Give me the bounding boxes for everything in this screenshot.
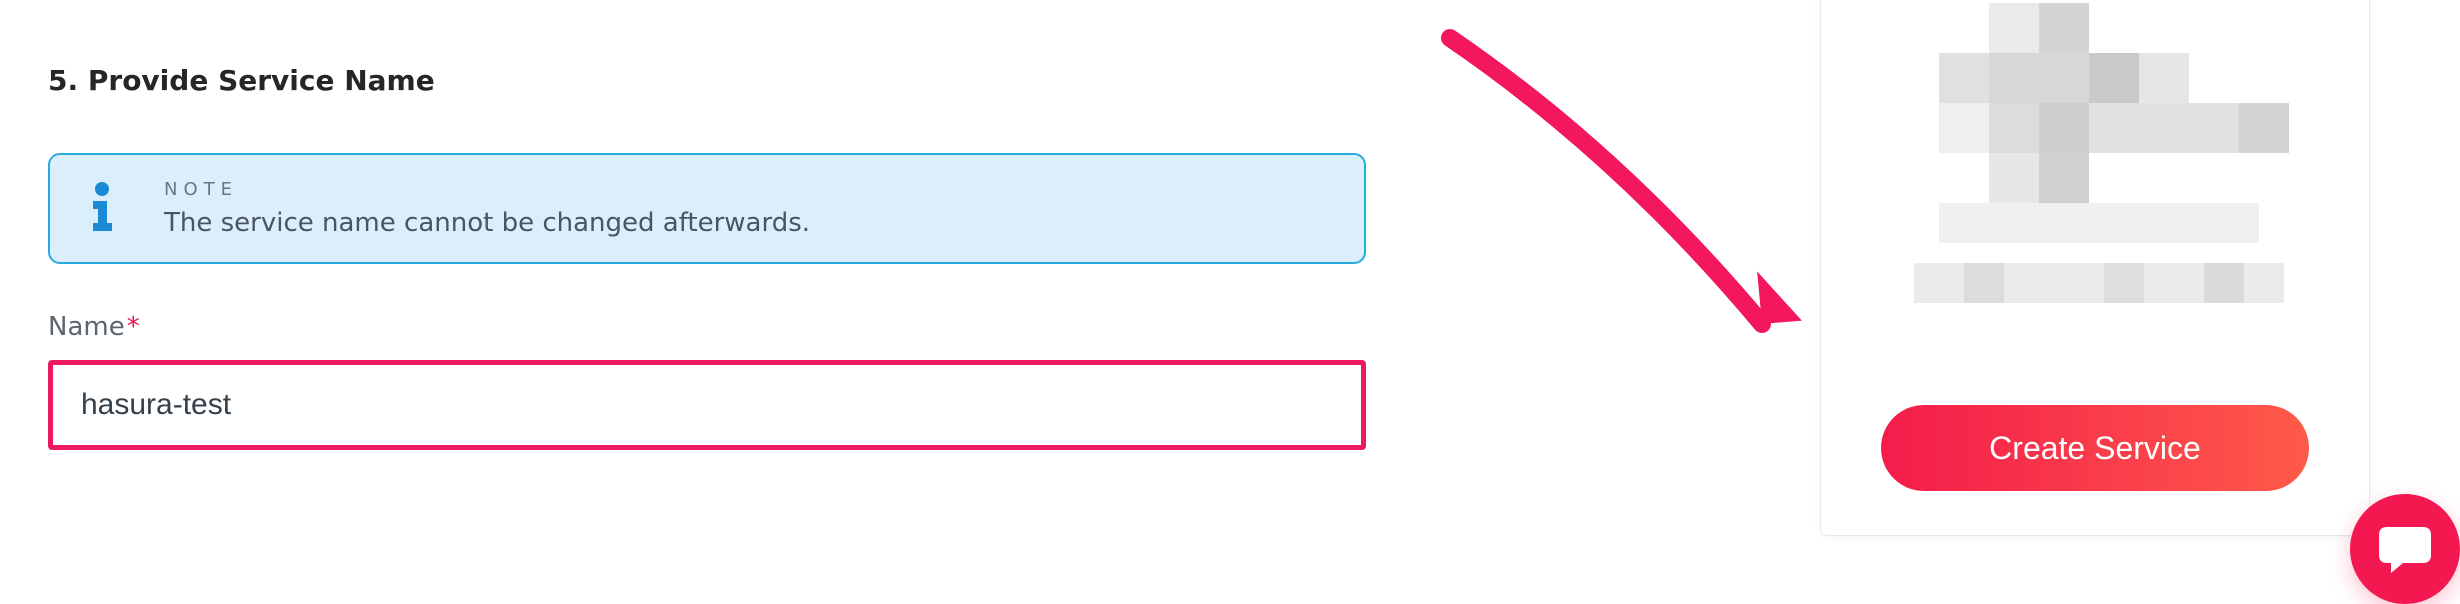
form-section: 5. Provide Service Name NOTE The service…	[48, 64, 1368, 450]
name-field-label: Name*	[48, 312, 1368, 342]
note-box: NOTE The service name cannot be changed …	[48, 153, 1366, 264]
note-text: The service name cannot be changed after…	[164, 208, 1334, 238]
required-asterisk: *	[127, 312, 140, 342]
note-label: NOTE	[164, 179, 1334, 200]
create-service-label: Create Service	[1989, 430, 2201, 467]
pixelated-preview	[1869, 3, 2329, 323]
preview-card: Create Service	[1820, 0, 2370, 536]
name-label-text: Name	[48, 312, 125, 342]
page-root: 5. Provide Service Name NOTE The service…	[0, 0, 2460, 604]
info-icon	[80, 179, 124, 231]
note-content: NOTE The service name cannot be changed …	[164, 179, 1334, 238]
service-name-input[interactable]	[48, 360, 1366, 450]
annotation-arrow	[1390, 4, 1870, 424]
chat-icon	[2377, 523, 2433, 575]
chat-widget-button[interactable]	[2350, 494, 2460, 604]
create-service-button[interactable]: Create Service	[1881, 405, 2309, 491]
step-heading: 5. Provide Service Name	[48, 64, 1368, 97]
